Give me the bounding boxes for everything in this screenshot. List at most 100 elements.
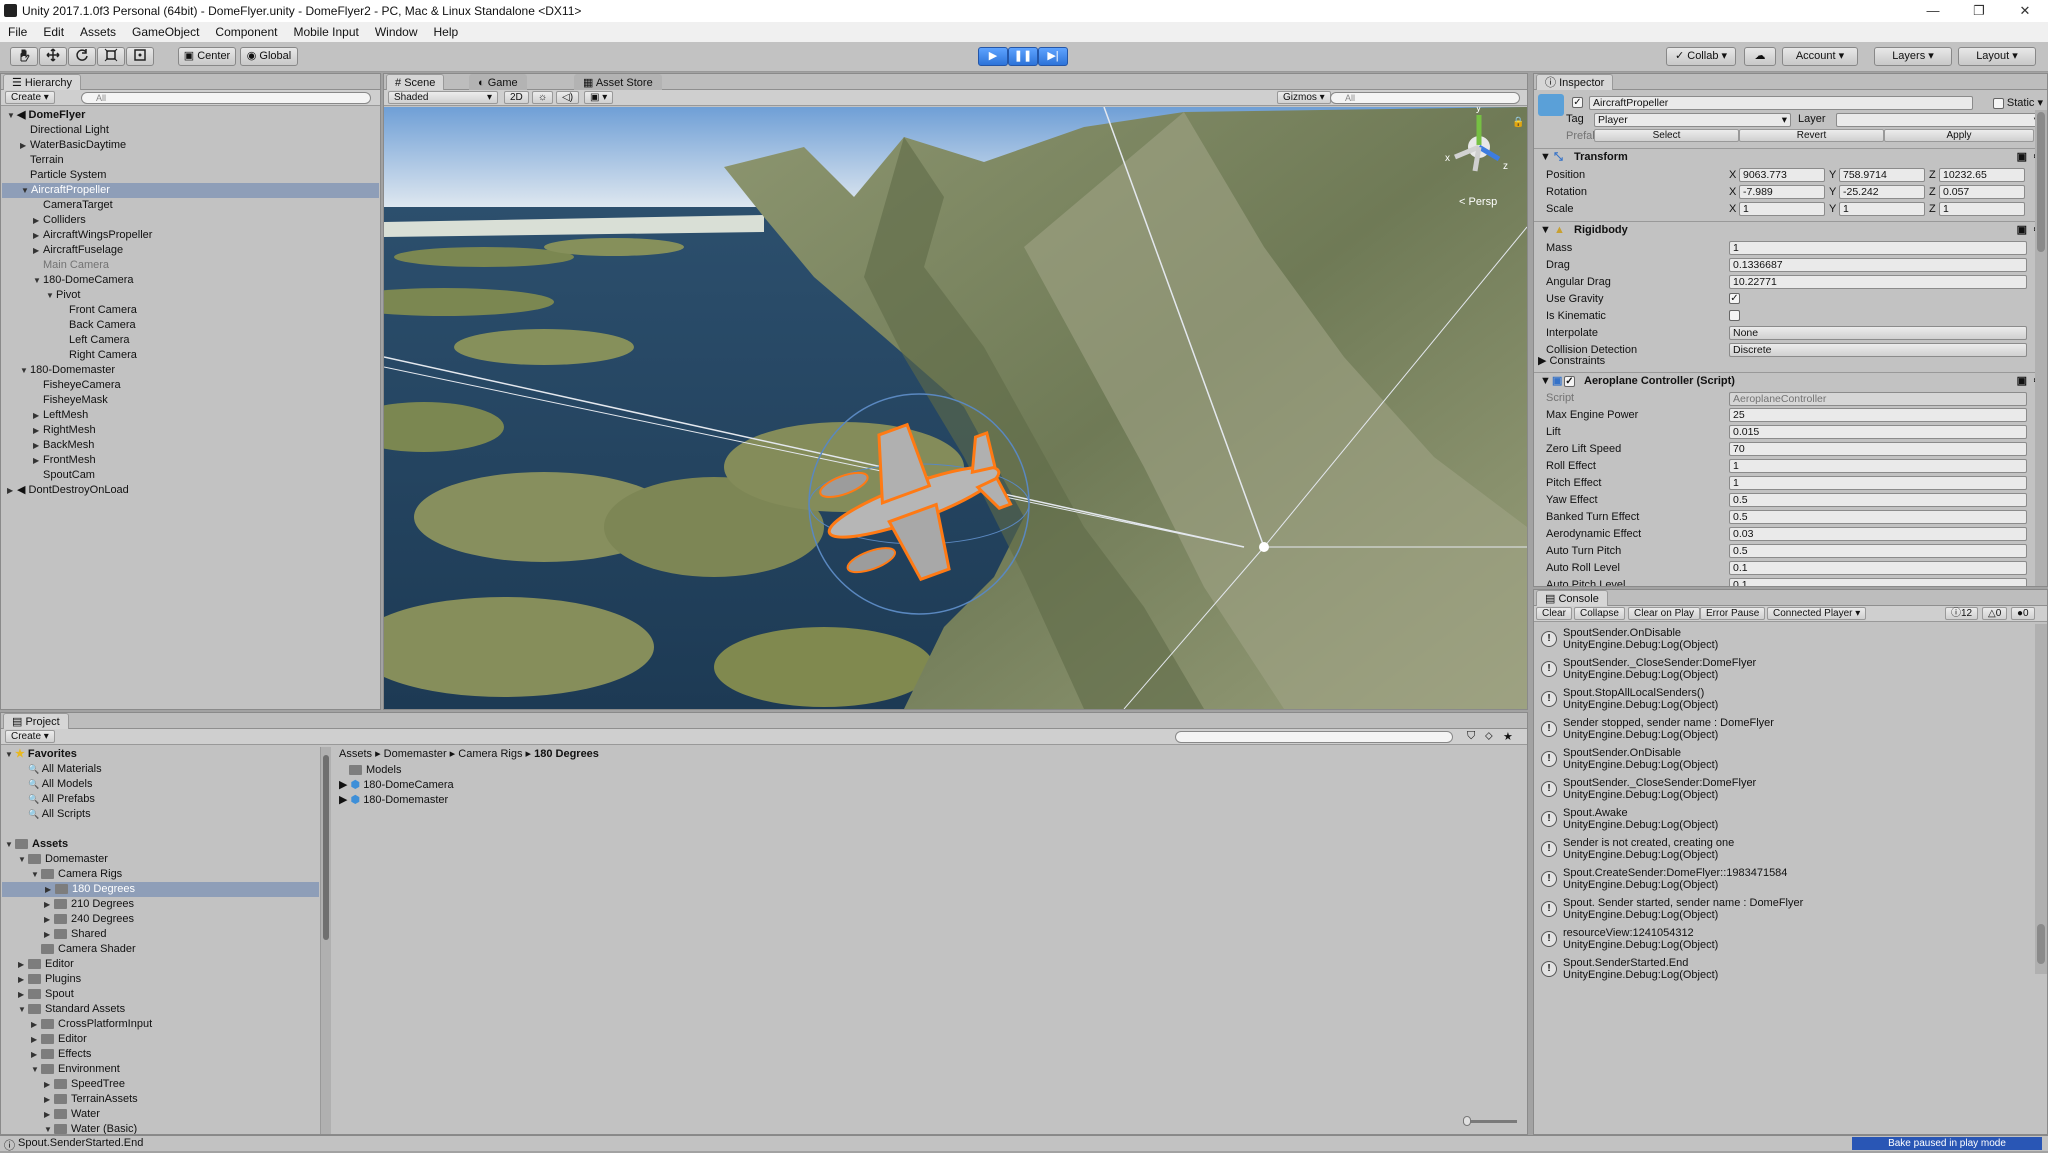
collapsed-arrow-icon[interactable]: ▶ bbox=[44, 897, 54, 912]
favorite-star-icon[interactable]: ★ bbox=[1503, 730, 1513, 743]
collapsed-arrow-icon[interactable]: ▶ bbox=[33, 423, 43, 438]
project-folder-camera-shader[interactable]: Camera Shader bbox=[1, 942, 136, 957]
auto-turn-pitch-field[interactable]: 0.5 bbox=[1729, 544, 2027, 558]
angular-drag-field[interactable]: 10.22771 bbox=[1729, 275, 2027, 289]
hierarchy-search-input[interactable]: All bbox=[81, 92, 371, 104]
rigidbody-header[interactable]: ▼▲Rigidbody▣⚙ bbox=[1534, 221, 2047, 239]
expanded-arrow-icon[interactable]: ▼ bbox=[31, 867, 41, 882]
transform-position-x-field[interactable]: 9063.773 bbox=[1739, 168, 1825, 182]
hierarchy-item-domeflyer[interactable]: ▼ ◀ DomeFlyer bbox=[1, 108, 85, 123]
project-folder-effects[interactable]: ▶ Effects bbox=[1, 1047, 91, 1062]
transform-position-y-field[interactable]: 758.9714 bbox=[1839, 168, 1925, 182]
project-folder-domemaster[interactable]: ▼ Domemaster bbox=[1, 852, 108, 867]
hierarchy-item-main-camera[interactable]: Main Camera bbox=[1, 258, 109, 273]
help-icon[interactable]: ▣ bbox=[2017, 149, 2027, 166]
scene-search-input[interactable]: All bbox=[1330, 92, 1520, 104]
console-log-entry[interactable]: ! Spout.Awake UnityEngine.Debug:Log(Object… bbox=[1535, 804, 2033, 834]
hierarchy-item-fisheyemask[interactable]: FisheyeMask bbox=[1, 393, 108, 408]
console-clear-button[interactable]: Clear bbox=[1536, 607, 1572, 620]
console-log-entry[interactable]: ! SpoutSender._CloseSender:DomeFlyer Unity… bbox=[1535, 774, 2033, 804]
hierarchy-item-fisheyecamera[interactable]: FisheyeCamera bbox=[1, 378, 121, 393]
collapsed-arrow-icon[interactable]: ▶ bbox=[33, 438, 43, 453]
expand-arrow-icon[interactable]: ▶ bbox=[339, 779, 351, 791]
is-kinematic-checkbox[interactable] bbox=[1729, 310, 1740, 321]
bake-status-indicator[interactable]: Bake paused in play mode bbox=[1852, 1137, 2042, 1150]
filter-by-type-icon[interactable]: ⛉ bbox=[1467, 730, 1475, 743]
tab-console[interactable]: ▤ Console bbox=[1536, 590, 1608, 606]
project-folder-spout[interactable]: ▶ Spout bbox=[1, 987, 74, 1002]
rotate-tool-button[interactable] bbox=[68, 47, 96, 66]
asset-models[interactable]: Models bbox=[339, 763, 401, 778]
hierarchy-create-button[interactable]: Create ▾ bbox=[5, 91, 55, 104]
project-folder-editor[interactable]: ▶ Editor bbox=[1, 1032, 87, 1047]
project-folder-180-degrees[interactable]: ▶ 180 Degrees bbox=[2, 882, 319, 897]
collapsed-arrow-icon[interactable]: ▶ bbox=[18, 972, 28, 987]
project-folder-terrainassets[interactable]: ▶ TerrainAssets bbox=[1, 1092, 138, 1107]
move-tool-button[interactable] bbox=[39, 47, 67, 66]
console-log-entry[interactable]: ! Spout.StopAllLocalSenders() UnityEngine.… bbox=[1535, 684, 2033, 714]
interpolate-field[interactable]: None bbox=[1729, 326, 2027, 340]
hierarchy-item-backmesh[interactable]: ▶ BackMesh bbox=[1, 438, 94, 453]
collision-detection-field[interactable]: Discrete bbox=[1729, 343, 2027, 357]
collapsed-arrow-icon[interactable]: ▶ bbox=[7, 483, 17, 498]
expanded-arrow-icon[interactable]: ▼ bbox=[7, 108, 17, 123]
yaw-effect-field[interactable]: 0.5 bbox=[1729, 493, 2027, 507]
collapsed-arrow-icon[interactable]: ▶ bbox=[33, 408, 43, 423]
project-folder-shared[interactable]: ▶ Shared bbox=[1, 927, 106, 942]
expanded-arrow-icon[interactable]: ▼ bbox=[33, 273, 43, 288]
breadcrumb-180-degrees[interactable]: 180 Degrees bbox=[534, 748, 599, 760]
console-log-entry[interactable]: ! resourceView:1241054312 UnityEngine.Debu… bbox=[1535, 924, 2033, 954]
step-button[interactable]: ▶| bbox=[1038, 47, 1068, 66]
expanded-arrow-icon[interactable]: ▼ bbox=[44, 1122, 54, 1134]
project-folder-210-degrees[interactable]: ▶ 210 Degrees bbox=[1, 897, 134, 912]
console-warning-toggle[interactable]: △0 bbox=[1982, 607, 2008, 620]
console-log-entry[interactable]: ! Sender is not created, creating one Unit… bbox=[1535, 834, 2033, 864]
collapsed-arrow-icon[interactable]: ▶ bbox=[44, 927, 54, 942]
help-icon[interactable]: ▣ bbox=[2017, 222, 2027, 239]
lighting-toggle[interactable]: ☼ bbox=[532, 91, 554, 104]
rect-tool-button[interactable] bbox=[126, 47, 154, 66]
drag-field[interactable]: 0.1336687 bbox=[1729, 258, 2027, 272]
project-folder-favorites[interactable]: ▼ ★ Favorites bbox=[1, 747, 77, 762]
hierarchy-item-180-domemaster[interactable]: ▼ 180-Domemaster bbox=[1, 363, 115, 378]
project-folder-camera-rigs[interactable]: ▼ Camera Rigs bbox=[1, 867, 122, 882]
hierarchy-item-pivot[interactable]: ▼ Pivot bbox=[1, 288, 80, 303]
expanded-arrow-icon[interactable]: ▼ bbox=[18, 852, 28, 867]
transform-scale-z-field[interactable]: 1 bbox=[1939, 202, 2025, 216]
expanded-arrow-icon[interactable]: ▼ bbox=[20, 363, 30, 378]
transform-rotation-y-field[interactable]: -25.242 bbox=[1839, 185, 1925, 199]
collapsed-arrow-icon[interactable]: ▶ bbox=[33, 243, 43, 258]
expanded-arrow-icon[interactable]: ▼ bbox=[18, 1002, 28, 1017]
hierarchy-item-right-camera[interactable]: Right Camera bbox=[1, 348, 137, 363]
collapsed-arrow-icon[interactable]: ▶ bbox=[45, 882, 55, 897]
hierarchy-item-rightmesh[interactable]: ▶ RightMesh bbox=[1, 423, 96, 438]
collapsed-arrow-icon[interactable]: ▶ bbox=[31, 1047, 41, 1062]
auto-roll-level-field[interactable]: 0.1 bbox=[1729, 561, 2027, 575]
project-tree-scrollbar[interactable] bbox=[321, 747, 331, 1134]
menu-assets[interactable]: Assets bbox=[72, 25, 124, 39]
console-log-entry[interactable]: ! SpoutSender._CloseSender:DomeFlyer Unity… bbox=[1535, 654, 2033, 684]
collapsed-arrow-icon[interactable]: ▶ bbox=[20, 138, 30, 153]
play-button[interactable]: ▶ bbox=[978, 47, 1008, 66]
tab-game[interactable]: ◐ Game bbox=[469, 74, 527, 90]
max-engine-power-field[interactable]: 25 bbox=[1729, 408, 2027, 422]
tab-scene[interactable]: # Scene bbox=[386, 74, 445, 90]
layers-dropdown[interactable]: Layers ▾ bbox=[1874, 47, 1952, 66]
breadcrumb-domemaster[interactable]: Domemaster bbox=[384, 748, 447, 760]
project-folder-water[interactable]: ▶ Water bbox=[1, 1107, 100, 1122]
scene-viewport[interactable]: y x z < Persp 🔒 bbox=[384, 107, 1527, 709]
cloud-button[interactable]: ☁ bbox=[1744, 47, 1776, 66]
zoom-slider[interactable] bbox=[1463, 1116, 1517, 1126]
menu-edit[interactable]: Edit bbox=[35, 25, 72, 39]
console-clear-on-play-toggle[interactable]: Clear on Play bbox=[1628, 607, 1701, 620]
collapsed-arrow-icon[interactable]: ▶ bbox=[31, 1032, 41, 1047]
collapsed-arrow-icon[interactable]: ▶ bbox=[44, 1107, 54, 1122]
prefab-apply-button[interactable]: Apply bbox=[1884, 129, 2034, 142]
console-log-entry[interactable]: ! Spout.SenderStarted.End UnityEngine.Debu… bbox=[1535, 954, 2033, 984]
hierarchy-item-directional-light[interactable]: Directional Light bbox=[1, 123, 109, 138]
hierarchy-item-waterbasicdaytime[interactable]: ▶ WaterBasicDaytime bbox=[1, 138, 126, 153]
use-gravity-checkbox[interactable]: ✓ bbox=[1729, 293, 1740, 304]
active-toggle[interactable]: ✓ bbox=[1572, 96, 1583, 108]
tab-inspector[interactable]: ⓘ Inspector bbox=[1536, 74, 1614, 90]
hierarchy-item-dontdestroyonload[interactable]: ▶ ◀ DontDestroyOnLoad bbox=[1, 483, 129, 498]
